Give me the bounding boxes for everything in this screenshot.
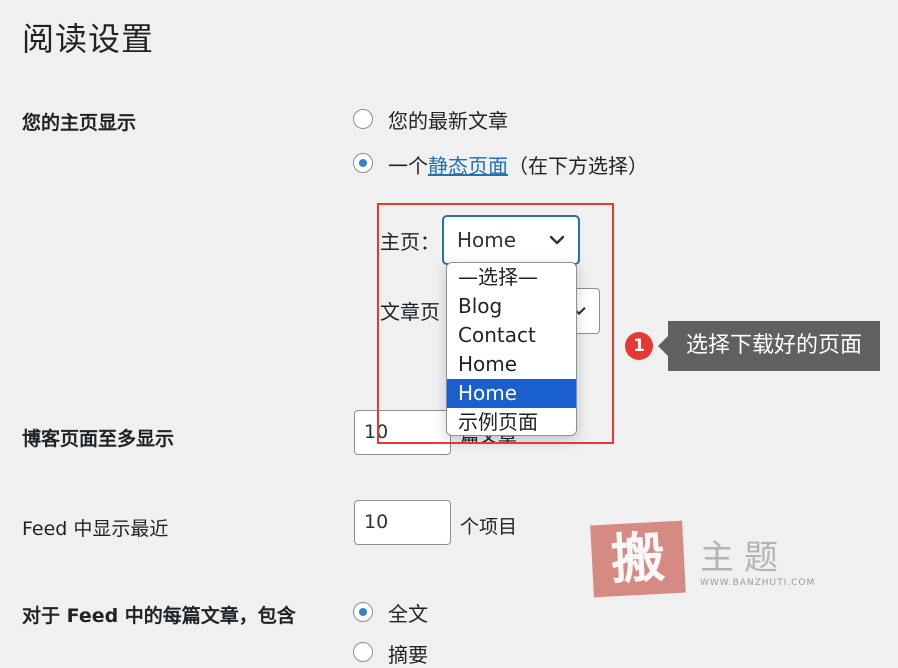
radio-full-text-label: 全文 xyxy=(388,602,428,626)
blog-pages-label: 博客页面至多显示 xyxy=(22,428,175,450)
page-title: 阅读设置 xyxy=(22,20,155,58)
static-page-link[interactable]: 静态页面 xyxy=(428,154,508,178)
annotation-tooltip: 选择下载好的页面 xyxy=(657,321,881,371)
radio-summary-label: 摘要 xyxy=(388,643,428,667)
watermark-text: 主题 xyxy=(700,538,788,578)
radio-summary[interactable] xyxy=(353,642,373,662)
homepage-display-label: 您的主页显示 xyxy=(22,112,137,134)
watermark-url: WWW.BANZHUTI.COM xyxy=(700,578,816,588)
step-number-badge: 1 xyxy=(625,332,653,360)
feed-recent-unit: 个项目 xyxy=(460,516,518,538)
radio-latest-posts-label: 您的最新文章 xyxy=(388,109,508,133)
radio-static-page-label: 一个静态页面（在下方选择） xyxy=(388,154,648,178)
feed-recent-input[interactable]: 10 xyxy=(354,500,451,545)
radio-latest-posts[interactable] xyxy=(353,109,373,129)
watermark-seal: 搬 xyxy=(590,520,686,598)
feed-recent-label: Feed 中显示最近 xyxy=(22,518,169,540)
radio-full-text[interactable] xyxy=(353,602,373,622)
highlight-box xyxy=(377,203,614,444)
feed-include-label: 对于 Feed 中的每篇文章，包含 xyxy=(22,605,296,627)
radio-static-page[interactable] xyxy=(353,153,373,173)
